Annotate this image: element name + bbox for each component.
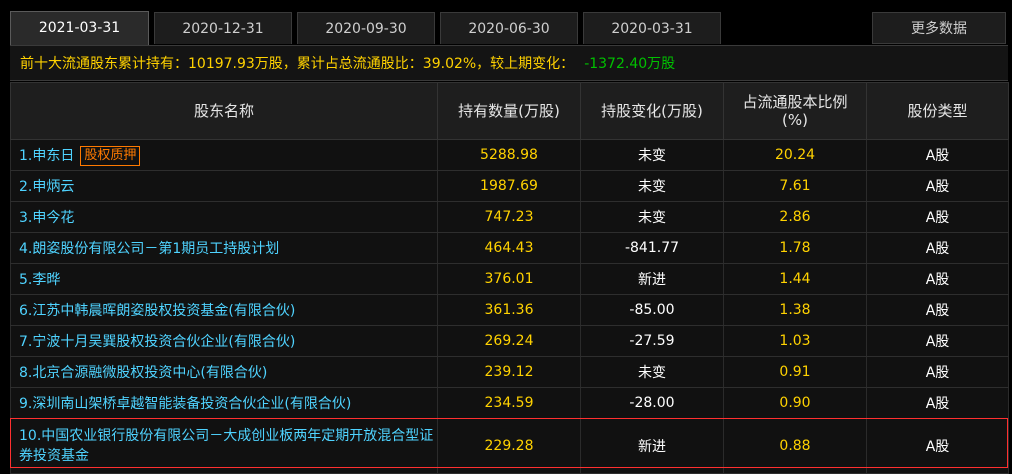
header-ratio[interactable]: 占流通股本比例 (%) [723, 82, 867, 140]
share-type-cell: A股 [866, 201, 1009, 233]
more-data-button[interactable]: 更多数据 [872, 12, 1006, 44]
header-change[interactable]: 持股变化(万股) [580, 82, 724, 140]
tab-2020-12-31[interactable]: 2020-12-31 [154, 12, 292, 44]
change-cell: -28.00 [580, 387, 724, 419]
holding-cell: 5288.98 [437, 139, 581, 171]
table-row[interactable]: 4.朗姿股份有限公司－第1期员工持股计划 464.43 -841.77 1.78 A股 [10, 232, 1009, 264]
holder-name[interactable]: 8.北京合源融微股权投资中心(有限合伙) [19, 365, 267, 381]
change-cell: -841.77 [580, 232, 724, 264]
table-row[interactable]: 10.中国农业银行股份有限公司－大成创业板两年定期开放混合型证券投资基金 229.… [10, 418, 1009, 474]
holding-cell: 376.01 [437, 263, 581, 295]
share-type-cell: A股 [866, 356, 1009, 388]
table-row[interactable]: 7.宁波十月吴巽股权投资合伙企业(有限合伙) 269.24 -27.59 1.03 A股 [10, 325, 1009, 357]
holder-name-cell[interactable]: 4.朗姿股份有限公司－第1期员工持股计划 [10, 232, 438, 264]
holder-name[interactable]: 5.李晔 [19, 272, 60, 288]
holding-cell: 361.36 [437, 294, 581, 326]
tab-2020-03-31[interactable]: 2020-03-31 [583, 12, 721, 44]
holder-name[interactable]: 4.朗姿股份有限公司－第1期员工持股计划 [19, 241, 279, 257]
holding-cell: 234.59 [437, 387, 581, 419]
ratio-cell: 2.86 [723, 201, 867, 233]
holding-cell: 269.24 [437, 325, 581, 357]
table-row[interactable]: 9.深圳南山架桥卓越智能装备投资合伙企业(有限合伙) 234.59 -28.00 0.… [10, 387, 1009, 419]
summary-change: -1372.40万股 [584, 56, 676, 72]
table-row[interactable]: 2.申炳云 1987.69 未变 7.61 A股 [10, 170, 1009, 202]
summary-text: 前十大流通股东累计持有：10197.93万股，累计占总流通股比：39.02%，较… [20, 56, 575, 72]
holding-cell: 1987.69 [437, 170, 581, 202]
header-type[interactable]: 股份类型 [866, 82, 1009, 140]
ratio-cell: 1.38 [723, 294, 867, 326]
holder-name-cell[interactable]: 5.李晔 [10, 263, 438, 295]
share-type-cell: A股 [866, 139, 1009, 171]
equity-pledge-badge[interactable]: 股权质押 [80, 145, 141, 166]
header-holding[interactable]: 持有数量(万股) [437, 82, 581, 140]
table-header-row: 股东名称 持有数量(万股) 持股变化(万股) 占流通股本比例 (%) 股份类型 [10, 82, 1009, 140]
table-row[interactable]: 1.申东日 股权质押 5288.98 未变 20.24 A股 [10, 139, 1009, 171]
holder-name-cell[interactable]: 9.深圳南山架桥卓越智能装备投资合伙企业(有限合伙) [10, 387, 438, 419]
table-row[interactable]: 5.李晔 376.01 新进 1.44 A股 [10, 263, 1009, 295]
holding-cell: 747.23 [437, 201, 581, 233]
holding-cell: 464.43 [437, 232, 581, 264]
holder-name[interactable]: 9.深圳南山架桥卓越智能装备投资合伙企业(有限合伙) [19, 396, 351, 412]
holder-name[interactable]: 1.申东日 [19, 148, 74, 164]
change-cell: 未变 [580, 201, 724, 233]
table-row[interactable]: 6.江苏中韩晨晖朗姿股权投资基金(有限合伙) 361.36 -85.00 1.38 A股 [10, 294, 1009, 326]
ratio-cell: 20.24 [723, 139, 867, 171]
tab-2021-03-31[interactable]: 2021-03-31 [10, 11, 149, 45]
share-type-cell: A股 [866, 387, 1009, 419]
share-type-cell: A股 [866, 232, 1009, 264]
header-holder-name[interactable]: 股东名称 [10, 82, 438, 140]
holders-summary: 前十大流通股东累计持有：10197.93万股，累计占总流通股比：39.02%，较… [10, 45, 1008, 81]
share-type-cell: A股 [866, 418, 1009, 474]
header-ratio-line1: 占流通股本比例 [742, 93, 848, 111]
ratio-cell: 1.03 [723, 325, 867, 357]
header-ratio-line2: (%) [782, 111, 808, 129]
share-type-cell: A股 [866, 263, 1009, 295]
change-cell: -85.00 [580, 294, 724, 326]
ratio-cell: 0.91 [723, 356, 867, 388]
change-cell: 新进 [580, 263, 724, 295]
holding-cell: 239.12 [437, 356, 581, 388]
ratio-cell: 1.44 [723, 263, 867, 295]
ratio-cell: 7.61 [723, 170, 867, 202]
share-type-cell: A股 [866, 325, 1009, 357]
ratio-cell: 0.90 [723, 387, 867, 419]
holder-name-cell[interactable]: 1.申东日 股权质押 [10, 139, 438, 171]
top-holders-table: 股东名称 持有数量(万股) 持股变化(万股) 占流通股本比例 (%) 股份类型 1… [10, 82, 1009, 474]
holder-name[interactable]: 7.宁波十月吴巽股权投资合伙企业(有限合伙) [19, 334, 295, 350]
holder-name[interactable]: 2.申炳云 [19, 179, 74, 195]
holder-name[interactable]: 3.申今花 [19, 210, 74, 226]
holder-name[interactable]: 6.江苏中韩晨晖朗姿股权投资基金(有限合伙) [19, 303, 295, 319]
holder-name[interactable]: 10.中国农业银行股份有限公司－大成创业板两年定期开放混合型证券投资基金 [19, 428, 433, 464]
holder-name-cell[interactable]: 8.北京合源融微股权投资中心(有限合伙) [10, 356, 438, 388]
table-row[interactable]: 8.北京合源融微股权投资中心(有限合伙) 239.12 未变 0.91 A股 [10, 356, 1009, 388]
ratio-cell: 0.88 [723, 418, 867, 474]
share-type-cell: A股 [866, 294, 1009, 326]
holder-name-cell[interactable]: 7.宁波十月吴巽股权投资合伙企业(有限合伙) [10, 325, 438, 357]
holder-name-cell[interactable]: 10.中国农业银行股份有限公司－大成创业板两年定期开放混合型证券投资基金 [10, 418, 438, 474]
tab-2020-06-30[interactable]: 2020-06-30 [440, 12, 578, 44]
holder-name-cell[interactable]: 2.申炳云 [10, 170, 438, 202]
tab-2020-09-30[interactable]: 2020-09-30 [297, 12, 435, 44]
change-cell: 未变 [580, 139, 724, 171]
holder-name-cell[interactable]: 6.江苏中韩晨晖朗姿股权投资基金(有限合伙) [10, 294, 438, 326]
change-cell: 未变 [580, 356, 724, 388]
change-cell: -27.59 [580, 325, 724, 357]
date-tab-bar: 2021-03-31 2020-12-31 2020-09-30 2020-06… [0, 0, 1012, 45]
holding-cell: 229.28 [437, 418, 581, 474]
share-type-cell: A股 [866, 170, 1009, 202]
table-row[interactable]: 3.申今花 747.23 未变 2.86 A股 [10, 201, 1009, 233]
change-cell: 新进 [580, 418, 724, 474]
holder-name-cell[interactable]: 3.申今花 [10, 201, 438, 233]
ratio-cell: 1.78 [723, 232, 867, 264]
change-cell: 未变 [580, 170, 724, 202]
